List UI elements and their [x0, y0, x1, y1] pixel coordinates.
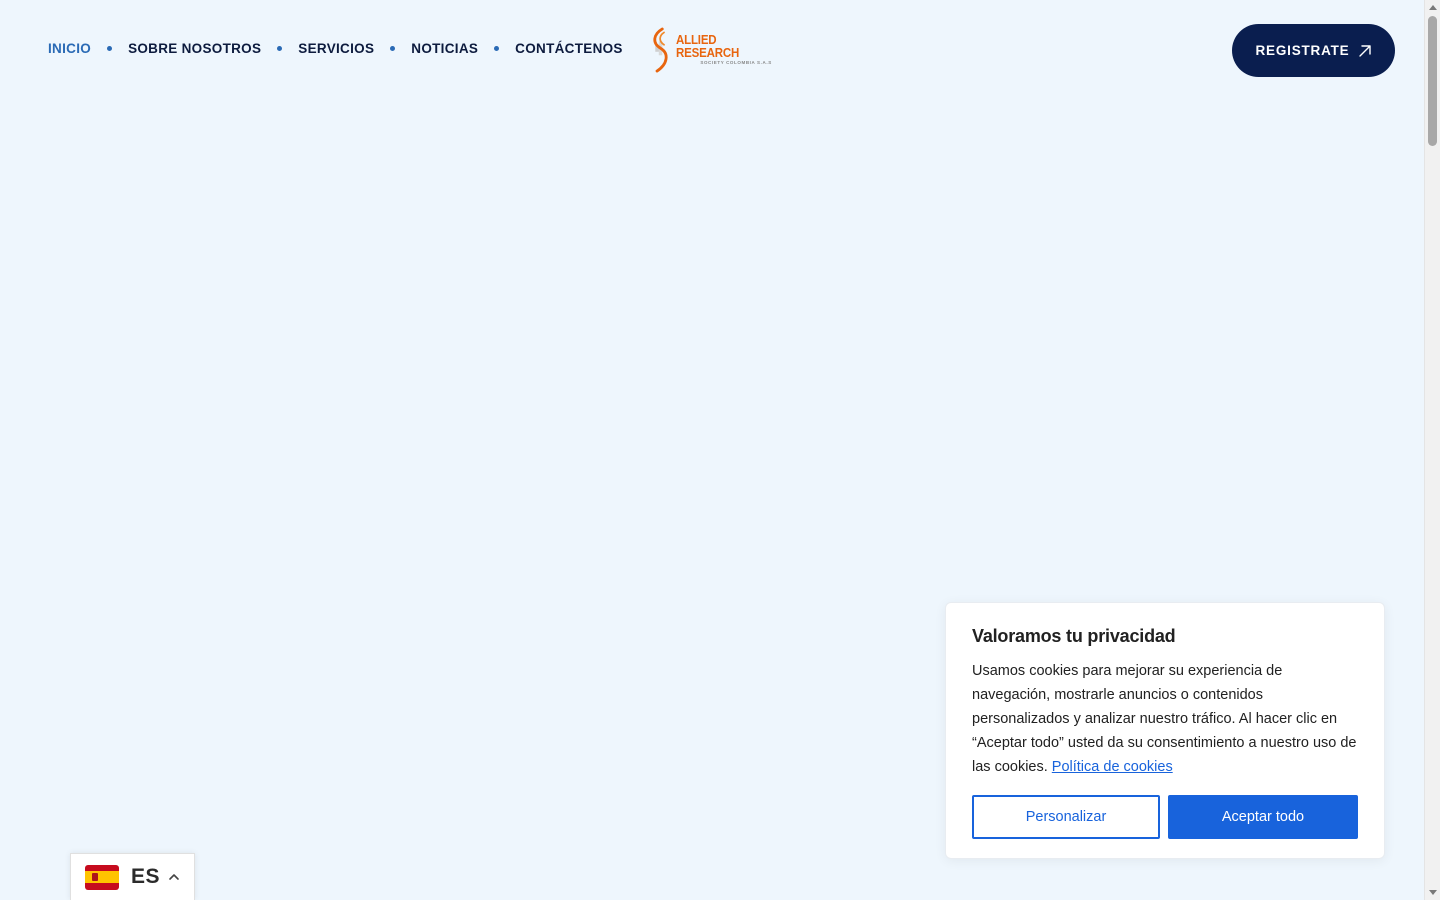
spain-flag-icon: [85, 864, 119, 890]
language-code: ES: [131, 865, 161, 888]
site-logo[interactable]: ALLIED RESEARCH SOCIETY COLOMBIA S.A.S: [650, 24, 778, 76]
nav-separator-dot: [494, 46, 500, 51]
nav-separator-dot: [277, 46, 283, 51]
nav-separator-dot: [107, 46, 113, 51]
cookie-message: Usamos cookies para mejorar su experienc…: [972, 659, 1357, 779]
nav-item-noticias[interactable]: NOTICIAS: [411, 41, 478, 56]
scrollbar-thumb[interactable]: [1428, 16, 1437, 146]
accept-all-cookies-button[interactable]: Aceptar todo: [1168, 795, 1358, 839]
site-header: INICIO SOBRE NOSOTROS SERVICIOS NOTICIAS…: [0, 0, 1424, 100]
nav-item-contactenos[interactable]: CONTÁCTENOS: [515, 41, 623, 56]
chevron-up-icon: [169, 874, 179, 880]
page-scrollbar[interactable]: [1424, 0, 1440, 900]
nav-item-servicios[interactable]: SERVICIOS: [298, 41, 374, 56]
cookie-actions: Personalizar Aceptar todo: [972, 795, 1358, 839]
logo-mark-icon: [653, 27, 668, 73]
cookie-title: Valoramos tu privacidad: [972, 626, 1176, 646]
register-button-label: REGISTRATE: [1255, 43, 1350, 58]
cookie-consent-banner: Valoramos tu privacidad Usamos cookies p…: [945, 602, 1385, 859]
arrow-up-right-icon: [1358, 44, 1371, 57]
cookie-policy-link[interactable]: Política de cookies: [1052, 759, 1173, 775]
language-switcher[interactable]: ES: [70, 853, 195, 900]
register-button[interactable]: REGISTRATE: [1232, 24, 1395, 77]
nav-item-inicio[interactable]: INICIO: [48, 41, 91, 56]
scroll-up-icon[interactable]: [1429, 5, 1437, 10]
main-nav: INICIO SOBRE NOSOTROS SERVICIOS NOTICIAS…: [48, 41, 623, 56]
customize-cookies-button[interactable]: Personalizar: [972, 795, 1160, 839]
logo-text: ALLIED RESEARCH: [676, 33, 740, 60]
logo-subtext: SOCIETY COLOMBIA S.A.S: [700, 60, 772, 65]
nav-item-sobre-nosotros[interactable]: SOBRE NOSOTROS: [128, 41, 261, 56]
nav-separator-dot: [390, 46, 396, 51]
scroll-down-icon[interactable]: [1429, 890, 1437, 895]
